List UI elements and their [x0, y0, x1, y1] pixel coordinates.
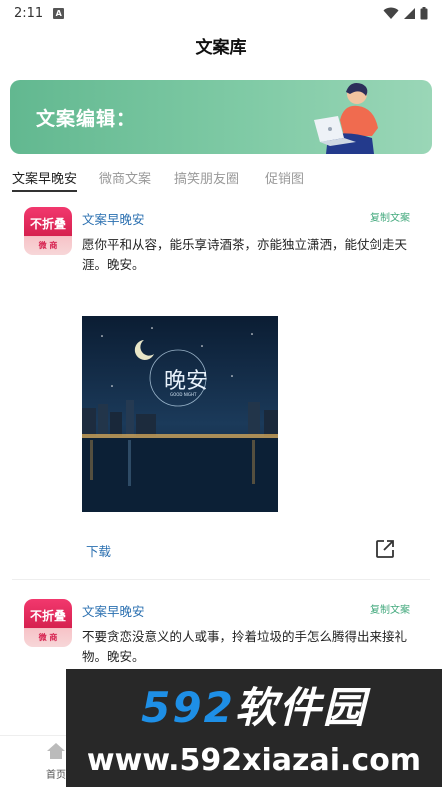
watermark-url: www.592xiazai.com	[86, 743, 422, 778]
copy-text-button[interactable]: 复制文案	[370, 601, 410, 616]
wifi-icon	[383, 7, 399, 19]
person-laptop-illustration	[314, 83, 378, 154]
tab-gaoxiao-pengyouquan[interactable]: 搞笑朋友圈	[174, 168, 239, 187]
signal-icon	[404, 7, 415, 19]
watermark-digits: 592	[141, 683, 235, 732]
notification-a-icon: A	[53, 7, 65, 19]
post-text: 愿你平和从容，能乐享诗酒茶，亦能独立潇洒，能仗剑走天涯。晚安。	[82, 237, 408, 272]
avatar-title: 不折叠	[29, 217, 66, 231]
banner-text: 文案编辑：	[36, 108, 137, 130]
tab-cuxiao-tu[interactable]: 促销图	[265, 168, 304, 187]
avatar: 不折叠 微 商	[24, 207, 72, 255]
site-watermark: 592软件园 www.592xiazai.com	[66, 669, 442, 787]
night-city-image: 晚安 GOOD NIGHT	[82, 316, 278, 512]
share-icon[interactable]	[374, 538, 396, 560]
tab-wenan-zaowanan[interactable]: 文案早晚安	[12, 168, 78, 192]
avatar-title: 不折叠	[29, 609, 66, 623]
watermark-logo-text: 软件园	[234, 683, 367, 732]
category-tabs: 文案早晚安 微商文案 搞笑朋友圈 促销图	[0, 162, 442, 192]
page-title: 文案库	[195, 38, 247, 58]
tab-weishang-wenan[interactable]: 微商文案	[99, 168, 151, 187]
image-subcaption: GOOD NIGHT	[170, 392, 197, 397]
avatar-subtitle: 微 商	[38, 241, 58, 250]
post-image[interactable]: 晚安 GOOD NIGHT	[82, 316, 278, 512]
post-text: 不要贪恋没意义的人或事，拎着垃圾的手怎么腾得出来接礼物。晚安。	[82, 629, 408, 664]
avatar-subtitle: 微 商	[38, 633, 58, 642]
status-icons	[383, 6, 428, 20]
editor-banner[interactable]: 文案编辑：	[10, 80, 432, 154]
watermark-logo: 592软件园	[66, 683, 442, 733]
image-caption: 晚安	[164, 369, 208, 394]
home-icon	[47, 743, 65, 759]
copy-text-button[interactable]: 复制文案	[370, 209, 410, 224]
download-link[interactable]: 下载	[86, 541, 111, 560]
battery-icon	[420, 6, 428, 19]
post-author[interactable]: 文案早晚安	[82, 209, 145, 228]
post-divider	[12, 579, 430, 580]
status-time: 2:11	[14, 5, 44, 21]
post-author[interactable]: 文案早晚安	[82, 601, 145, 620]
status-bar: 2:11 A	[0, 0, 442, 26]
avatar: 不折叠 微 商	[24, 599, 72, 647]
